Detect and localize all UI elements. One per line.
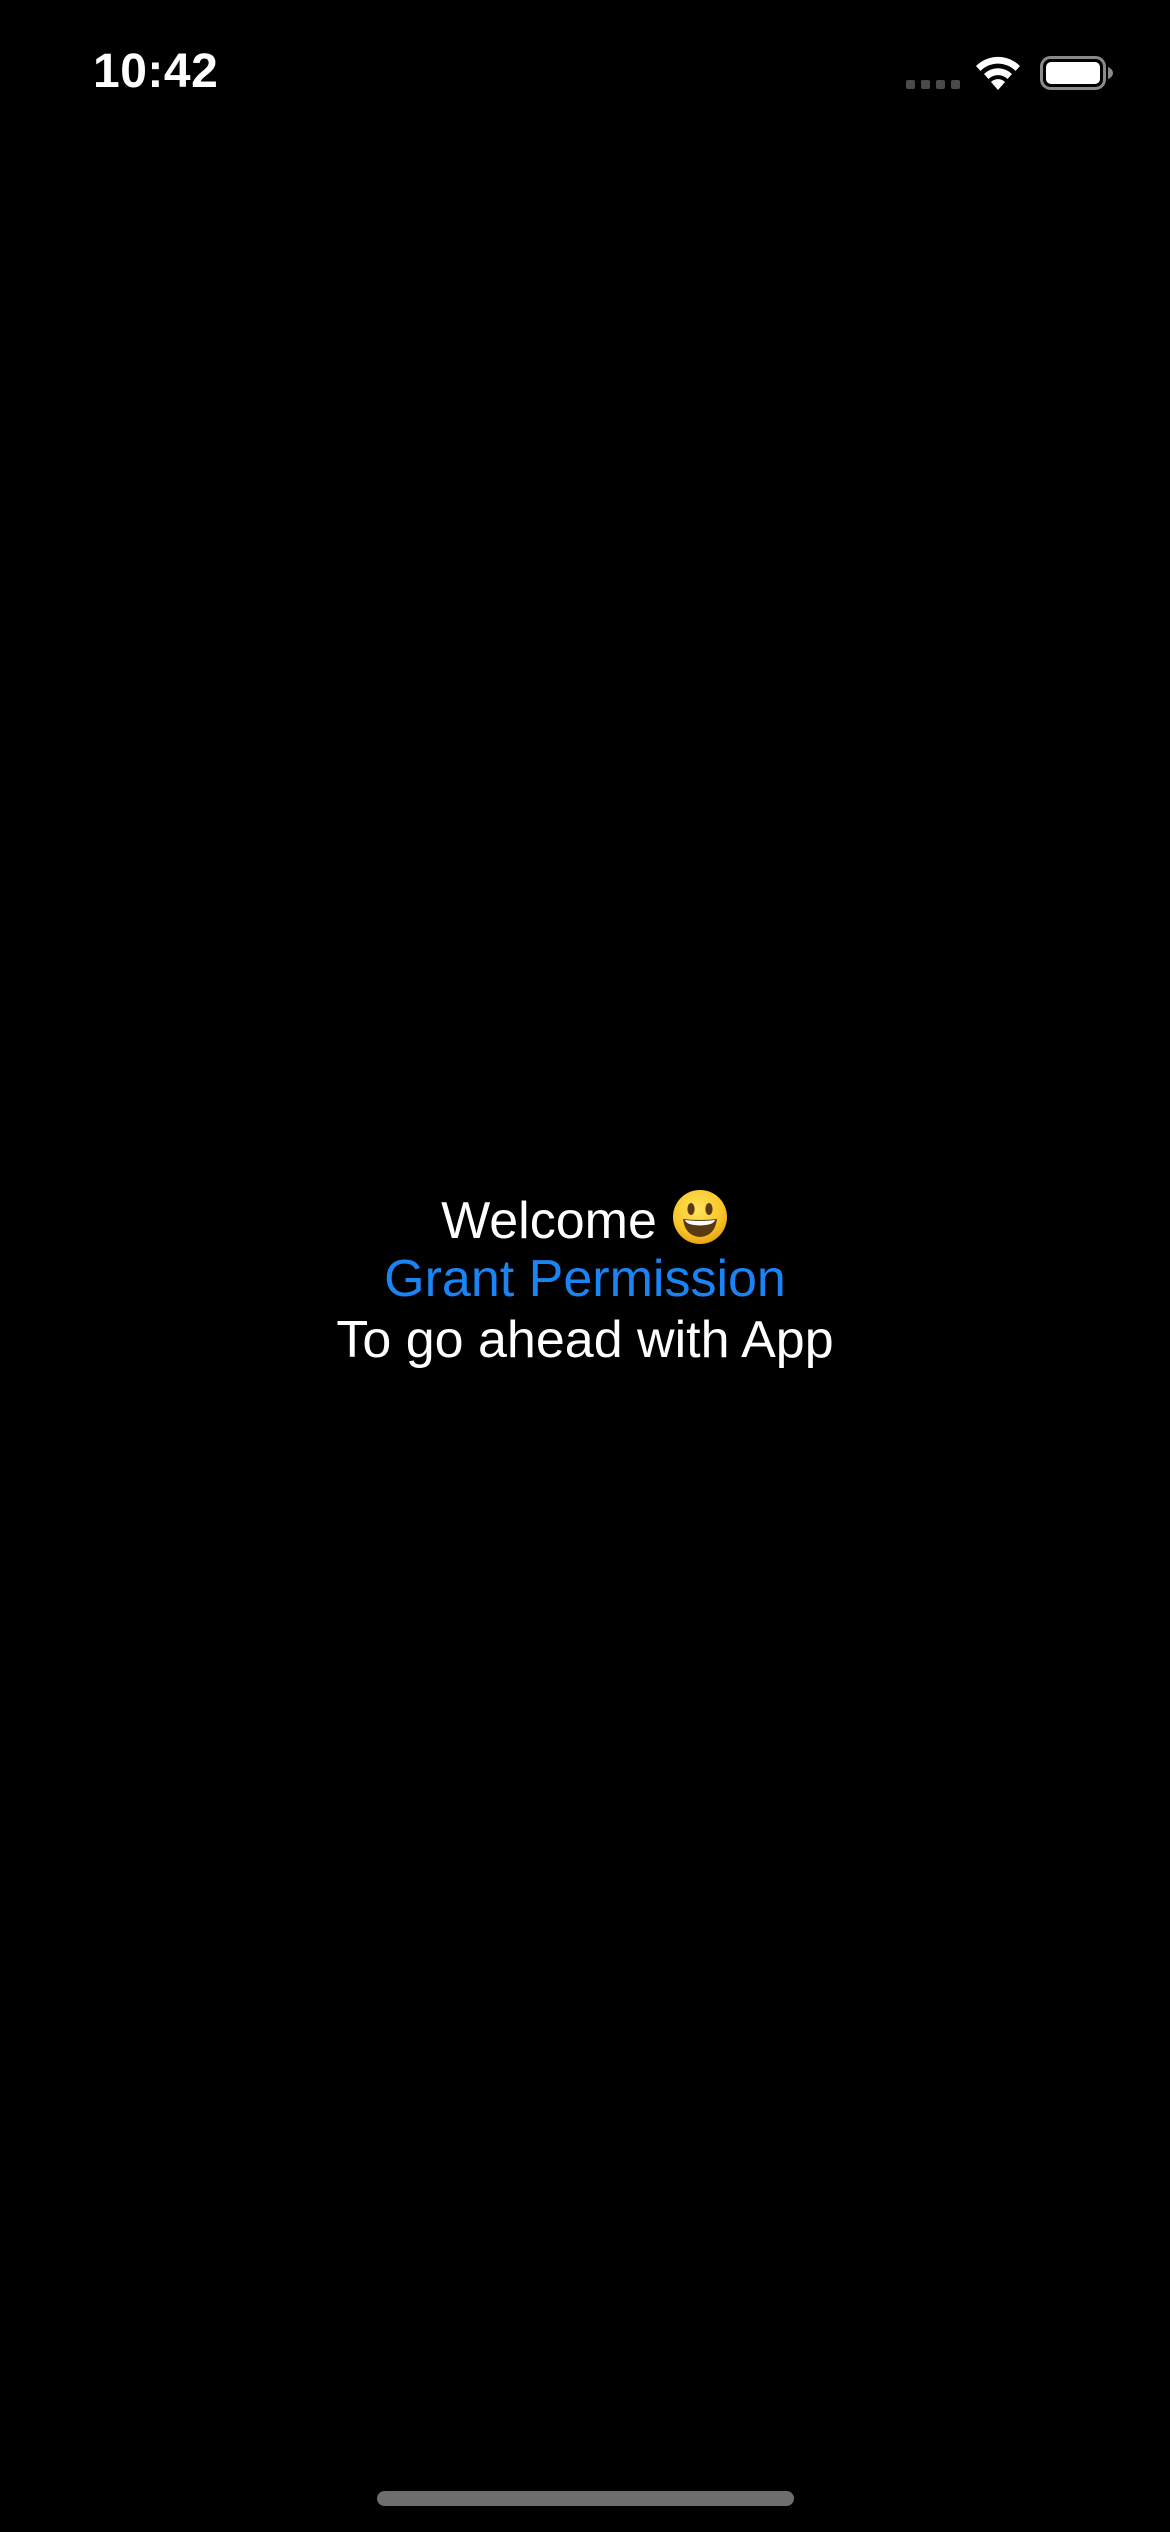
welcome-block: Welcome Grant Permission To go ahead wit… <box>0 1188 1170 1371</box>
welcome-text: Welcome <box>441 1192 657 1250</box>
status-time: 10:42 <box>93 45 219 98</box>
grant-permission-button[interactable]: Grant Permission <box>0 1249 1170 1310</box>
subtitle-text: To go ahead with App <box>336 1311 834 1369</box>
home-indicator[interactable] <box>377 2491 794 2506</box>
battery-icon <box>1040 56 1113 90</box>
smiley-face-icon <box>672 1190 727 1244</box>
wifi-icon <box>976 56 1020 90</box>
status-bar: 10:42 <box>0 0 1170 150</box>
cellular-signal-icon <box>906 80 960 90</box>
welcome-line: Welcome <box>0 1188 1170 1250</box>
